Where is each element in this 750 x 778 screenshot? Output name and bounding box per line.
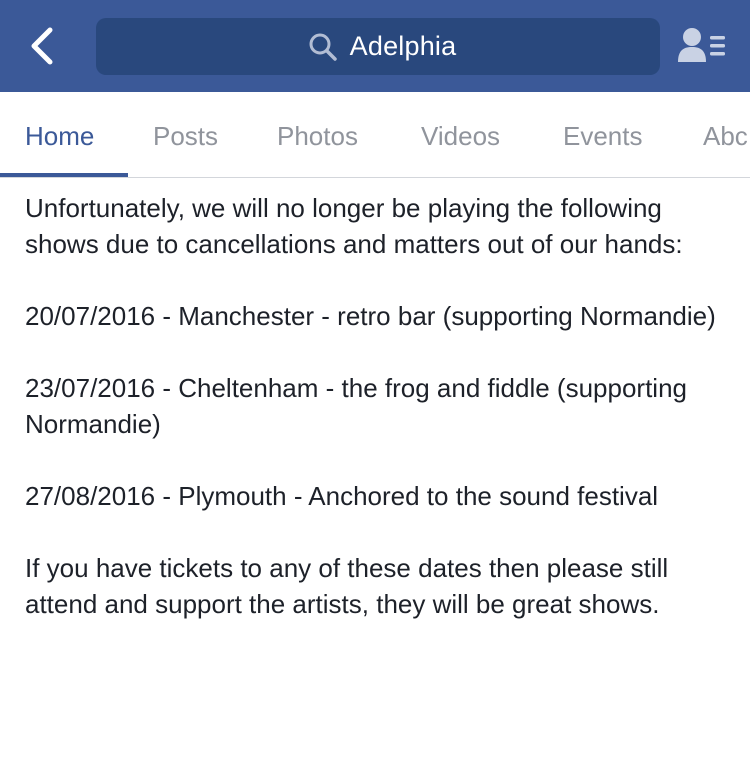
post-paragraph: 27/08/2016 - Plymouth - Anchored to the … (25, 481, 659, 511)
tab-events[interactable]: Events (563, 92, 643, 177)
header-bar: Adelphia (0, 0, 750, 92)
search-icon (309, 33, 337, 61)
tab-videos[interactable]: Videos (421, 92, 500, 177)
post-paragraph: Unfortunately, we will no longer be play… (25, 193, 683, 259)
tab-photos[interactable]: Photos (277, 92, 358, 177)
back-chevron-icon (31, 27, 53, 65)
search-query: Adelphia (349, 31, 457, 61)
post-body: Unfortunately, we will no longer be play… (25, 190, 730, 658)
active-tab-indicator (0, 173, 128, 177)
post-paragraph: 23/07/2016 - Cheltenham - the frog and f… (25, 373, 687, 439)
tab-posts[interactable]: Posts (153, 92, 218, 177)
search-input[interactable]: Adelphia (96, 18, 660, 75)
profile-list-icon (678, 28, 725, 62)
tab-home[interactable]: Home (25, 92, 94, 177)
profile-button[interactable] (676, 24, 728, 68)
tab-about[interactable]: Abc (703, 92, 748, 177)
page-tabs: Home Posts Photos Videos Events Abc (0, 92, 750, 178)
post-paragraph: If you have tickets to any of these date… (25, 553, 669, 619)
post-paragraph: 20/07/2016 - Manchester - retro bar (sup… (25, 301, 716, 331)
back-button[interactable] (22, 24, 66, 68)
